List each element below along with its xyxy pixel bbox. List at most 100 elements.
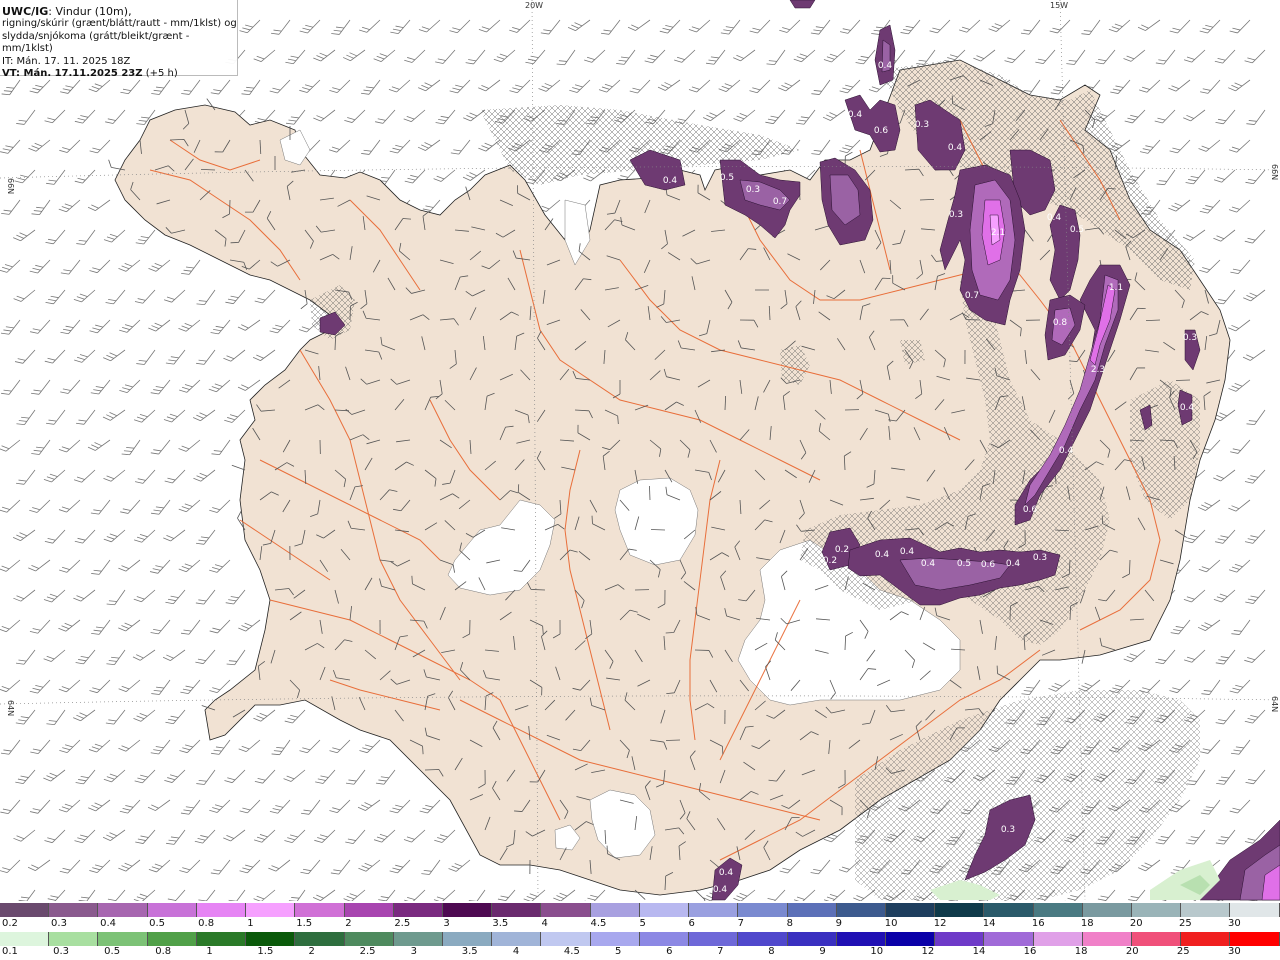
wind-barb bbox=[163, 289, 186, 303]
wind-barb bbox=[1244, 529, 1266, 544]
wind-barb bbox=[373, 829, 396, 843]
wind-barb bbox=[493, 49, 516, 63]
snow-legend-label: 0.2 bbox=[2, 918, 18, 929]
precip-value-label: 0.4 bbox=[878, 61, 893, 71]
snow-legend-cell bbox=[836, 903, 886, 917]
wind-barb bbox=[118, 559, 141, 572]
wind-barb bbox=[15, 649, 36, 665]
wind-barb bbox=[162, 649, 186, 661]
wind-barb bbox=[778, 79, 801, 92]
wind-barb bbox=[28, 139, 51, 152]
snow-legend-cell bbox=[295, 903, 345, 917]
wind-barb bbox=[973, 49, 996, 62]
wind-barb bbox=[1215, 709, 1236, 725]
wind-barb bbox=[1231, 739, 1251, 755]
wind-barb bbox=[0, 559, 21, 572]
wind-barb bbox=[1213, 169, 1236, 183]
rain-legend-label: 20 bbox=[1125, 946, 1139, 957]
wind-barb bbox=[165, 709, 186, 725]
wind-barb bbox=[0, 679, 21, 693]
wind-barb bbox=[1198, 559, 1221, 573]
wind-barb bbox=[1201, 679, 1221, 695]
wind-barb bbox=[390, 19, 411, 35]
wind-barb bbox=[74, 109, 96, 124]
wind-barb bbox=[1215, 829, 1236, 845]
wind-barb bbox=[1168, 79, 1191, 92]
wind-barb bbox=[73, 709, 96, 722]
wind-barb bbox=[1183, 109, 1206, 122]
wind-barb bbox=[1228, 79, 1251, 92]
label-66n-left: 66N bbox=[6, 178, 15, 194]
wind-barb bbox=[359, 739, 381, 754]
wind-barb bbox=[163, 409, 186, 423]
wind-barb bbox=[1214, 49, 1236, 64]
rain-legend-label: 18 bbox=[1074, 946, 1088, 957]
wind-barb bbox=[1, 379, 21, 395]
precip-value-label: 0.2 bbox=[823, 556, 837, 566]
wind-barb bbox=[839, 19, 861, 34]
rain-legend-cell bbox=[393, 932, 443, 946]
wind-barb bbox=[121, 439, 141, 456]
wind-barb bbox=[315, 769, 336, 784]
wind-barb bbox=[180, 679, 201, 695]
wind-barb bbox=[449, 19, 471, 34]
wind-barb bbox=[1123, 49, 1146, 62]
wind-barb bbox=[30, 739, 51, 754]
wind-barb bbox=[103, 529, 126, 543]
wind-barb bbox=[106, 589, 126, 606]
wind-barb bbox=[196, 529, 216, 545]
wind-barb bbox=[15, 769, 36, 785]
snow-legend-label: 6 bbox=[688, 918, 695, 929]
model-name: UWC/IG bbox=[2, 5, 49, 18]
rain-legend-label: 0.5 bbox=[104, 946, 121, 957]
rain-legend-cell bbox=[1082, 932, 1133, 946]
wind-barb bbox=[779, 19, 801, 33]
wind-barb bbox=[361, 79, 381, 95]
snow-legend-cell bbox=[0, 903, 50, 917]
precip-value-label: 0.4 bbox=[848, 110, 863, 120]
wind-barb bbox=[1243, 289, 1266, 302]
wind-barb bbox=[359, 19, 381, 33]
wind-barb bbox=[1066, 49, 1086, 65]
wind-barb bbox=[0, 739, 21, 755]
wind-barb bbox=[285, 109, 306, 125]
wind-barb bbox=[90, 379, 111, 395]
wind-barb bbox=[900, 19, 921, 35]
wind-barb bbox=[569, 79, 591, 93]
wind-barb bbox=[74, 349, 96, 363]
snow-legend-label: 5 bbox=[639, 918, 646, 929]
wind-barb bbox=[1229, 799, 1251, 814]
rain-legend-cell bbox=[246, 932, 296, 946]
wind-barb bbox=[1197, 619, 1221, 631]
wind-barb bbox=[328, 139, 351, 153]
precip-value-label: 0.4 bbox=[663, 176, 678, 186]
wind-barb bbox=[16, 409, 36, 426]
forecast-map[interactable]: 20W 15W 66N 66N 64N 64N 0.40.40.60.30.40… bbox=[0, 0, 1280, 960]
wind-barb bbox=[1246, 109, 1266, 125]
wind-barb bbox=[284, 829, 306, 844]
wind-barb bbox=[1197, 499, 1221, 511]
wind-barb bbox=[31, 439, 51, 455]
rain-legend-cell bbox=[738, 932, 788, 946]
wind-barb bbox=[165, 349, 186, 365]
wind-barb bbox=[196, 289, 216, 306]
wind-barb bbox=[538, 79, 561, 92]
wind-barb bbox=[1229, 679, 1251, 694]
wind-barb bbox=[1184, 529, 1206, 544]
wind-barb bbox=[178, 439, 201, 452]
rain-legend-cell bbox=[590, 932, 640, 946]
wind-barb bbox=[345, 769, 366, 785]
rain-legend-label: 3.5 bbox=[461, 946, 478, 957]
wind-barb bbox=[285, 49, 306, 65]
wind-barb bbox=[1215, 649, 1236, 665]
wind-barb bbox=[165, 589, 186, 605]
wind-barb bbox=[271, 19, 291, 35]
wind-barb bbox=[665, 739, 681, 741]
wind-barb bbox=[209, 499, 231, 513]
rain-legend-label: 1.5 bbox=[257, 946, 274, 957]
wind-barb bbox=[1004, 49, 1026, 64]
wind-barb bbox=[178, 559, 201, 573]
wind-barb bbox=[357, 799, 381, 811]
wind-barb bbox=[1169, 679, 1191, 694]
wind-barb bbox=[811, 139, 831, 155]
